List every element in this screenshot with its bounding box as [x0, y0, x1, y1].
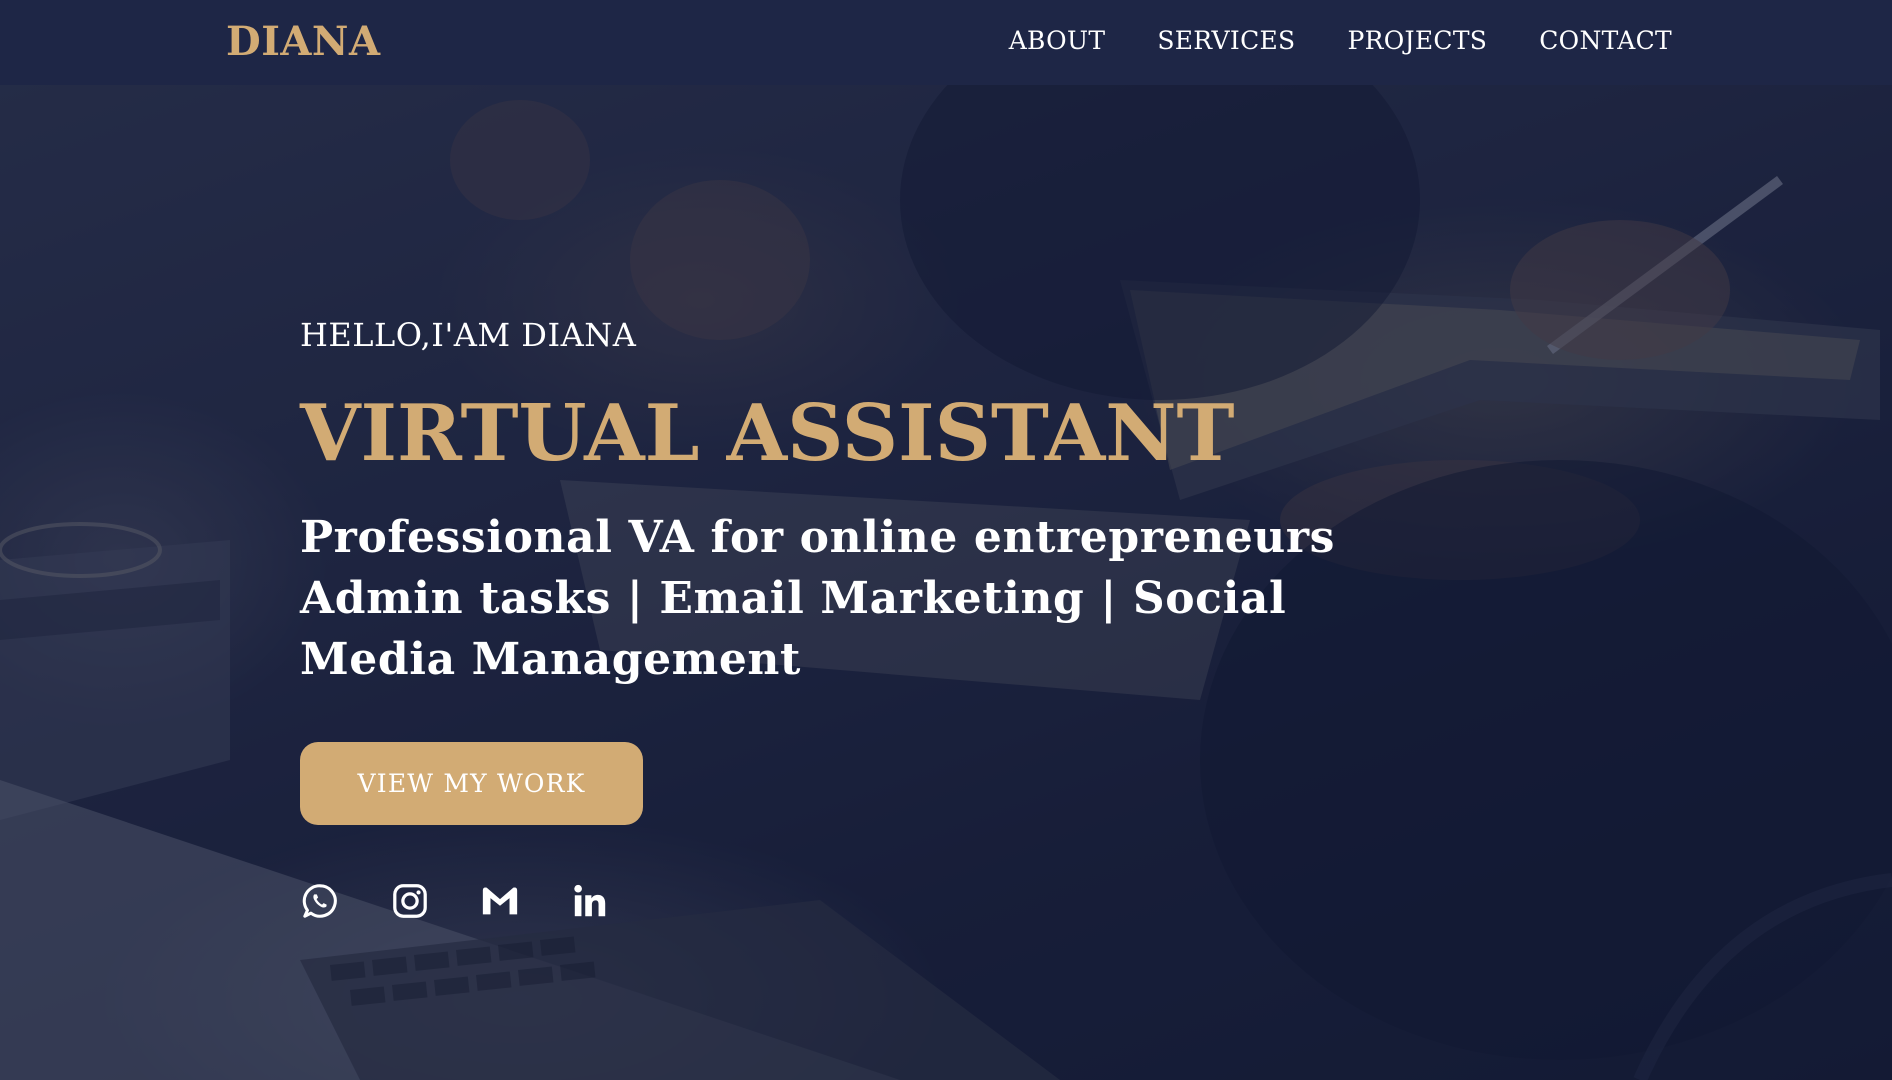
- nav-links: ABOUT SERVICES PROJECTS CONTACT: [1009, 26, 1672, 55]
- top-navbar: DIANA ABOUT SERVICES PROJECTS CONTACT: [0, 0, 1892, 85]
- gmail-icon[interactable]: [480, 881, 520, 921]
- social-links: [300, 881, 1440, 921]
- whatsapp-icon[interactable]: [300, 881, 340, 921]
- hero-tagline: Professional VA for online entrepreneurs…: [300, 507, 1440, 690]
- nav-link-contact[interactable]: CONTACT: [1539, 26, 1672, 55]
- hero-tagline-line1: Professional VA for online entrepreneurs: [300, 512, 1336, 563]
- hero-section: HELLO,I'AM DIANA VIRTUAL ASSISTANT Profe…: [300, 315, 1440, 921]
- linkedin-icon[interactable]: [570, 881, 610, 921]
- nav-link-about[interactable]: ABOUT: [1009, 26, 1106, 55]
- instagram-icon[interactable]: [390, 881, 430, 921]
- landing-page: DIANA ABOUT SERVICES PROJECTS CONTACT HE…: [0, 0, 1892, 1080]
- hero-title: VIRTUAL ASSISTANT: [300, 388, 1235, 479]
- nav-link-projects[interactable]: PROJECTS: [1347, 26, 1487, 55]
- nav-link-services[interactable]: SERVICES: [1157, 26, 1295, 55]
- hero-greeting: HELLO,I'AM DIANA: [300, 316, 637, 354]
- view-my-work-button[interactable]: VIEW MY WORK: [300, 742, 643, 825]
- brand-logo[interactable]: DIANA: [226, 18, 381, 65]
- hero-tagline-line2: Admin tasks | Email Marketing | Social M…: [300, 573, 1287, 685]
